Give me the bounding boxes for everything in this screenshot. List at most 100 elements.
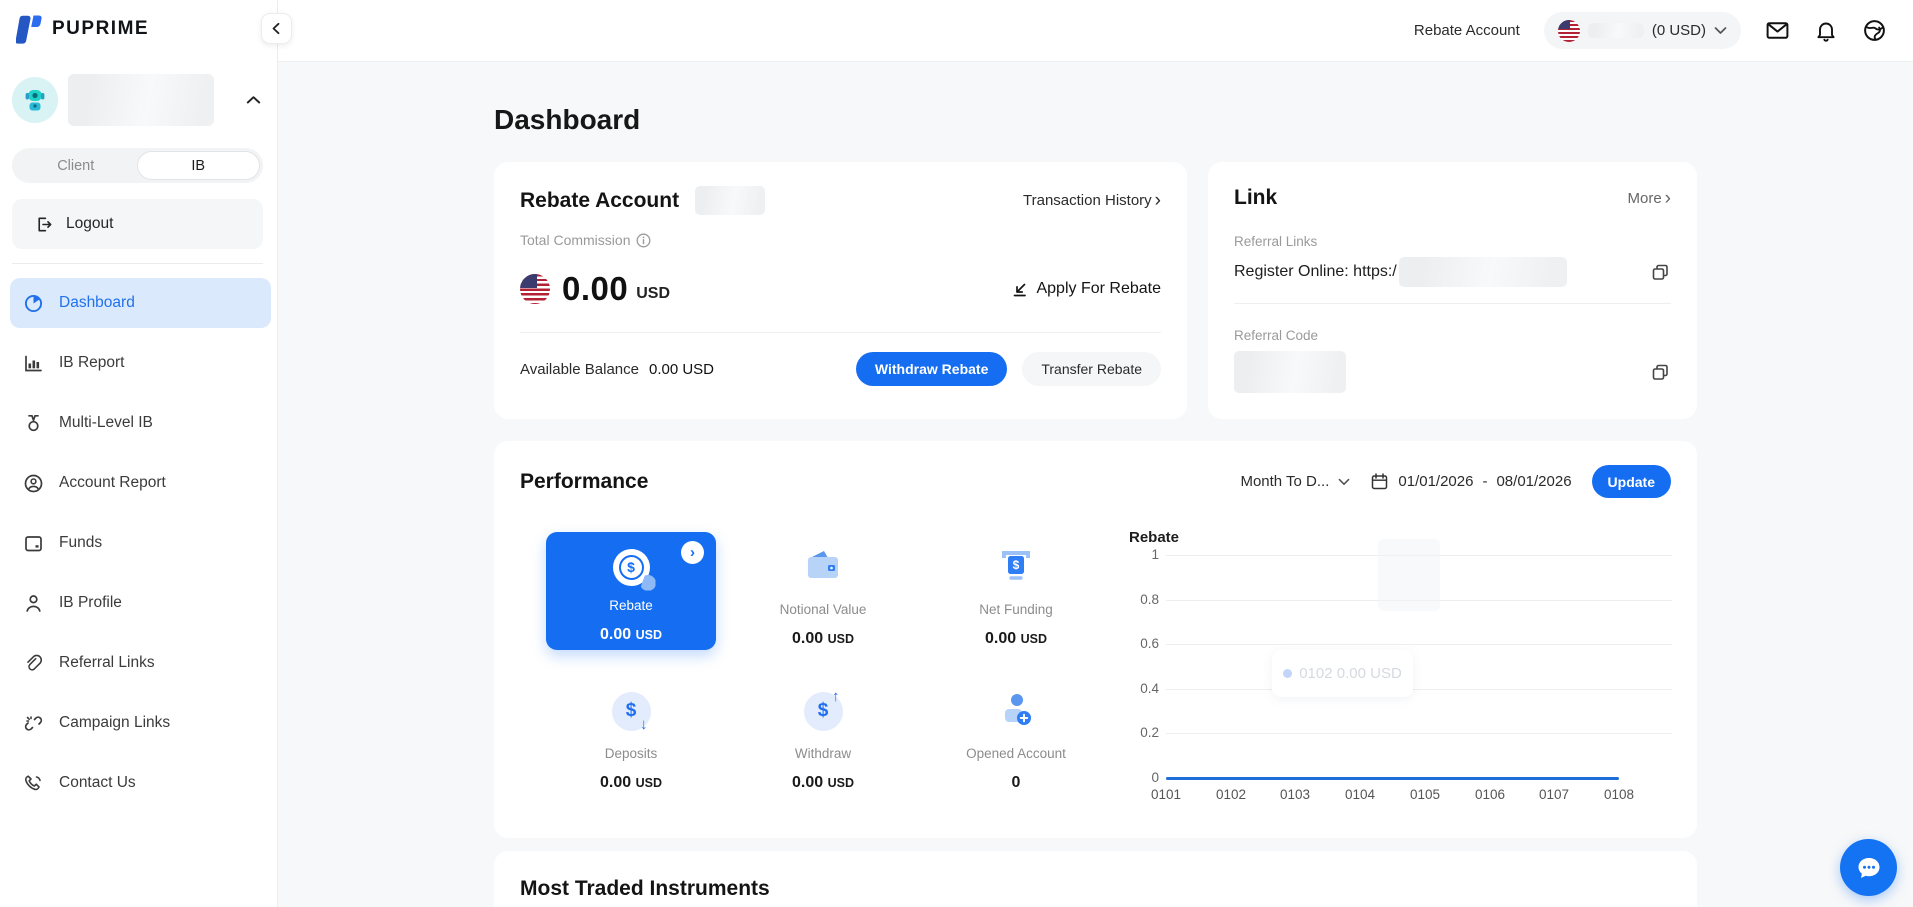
transfer-rebate-button[interactable]: Transfer Rebate (1022, 352, 1161, 386)
tile-unit: USD (1021, 632, 1047, 646)
brand-name: PUPRIME (52, 18, 149, 40)
withdraw-rebate-button[interactable]: Withdraw Rebate (856, 352, 1007, 386)
sidebar-item-label: IB Profile (59, 594, 122, 612)
puprime-logo-icon (16, 14, 43, 44)
more-link[interactable]: More › (1627, 189, 1671, 208)
x-axis-tick: 0102 (1216, 787, 1246, 802)
pie-chart-icon (22, 293, 44, 314)
top-bar: Rebate Account (0 USD) (278, 0, 1913, 62)
brand-logo: PUPRIME (0, 0, 277, 44)
us-flag-icon (1558, 20, 1580, 42)
gridline (1166, 689, 1672, 690)
phone-icon (22, 773, 44, 794)
y-axis-tick: 0.2 (1129, 725, 1159, 740)
copy-icon[interactable] (1650, 362, 1671, 383)
x-axis-tick: 0106 (1475, 787, 1505, 802)
tooltip-value: 0.00 USD (1337, 665, 1402, 682)
info-icon[interactable] (636, 233, 651, 248)
sidebar-item-referral-links[interactable]: Referral Links (10, 638, 271, 688)
dollar-down-icon: $↓ (612, 692, 651, 731)
x-axis-tick: 0107 (1539, 787, 1569, 802)
divider (520, 332, 1161, 333)
tile-unit: USD (828, 776, 854, 790)
tile-label: Rebate (546, 598, 716, 613)
tile-notional-value: Notional Value 0.00 USD (738, 545, 908, 648)
chat-bubble-icon (1855, 855, 1883, 881)
tile-value: 0.00 (600, 626, 631, 643)
tile-value: 0.00 (600, 774, 631, 791)
avatar (12, 77, 58, 123)
sidebar-item-dashboard[interactable]: Dashboard (10, 278, 271, 328)
wallet-icon (22, 533, 44, 554)
sidebar-item-multi-level-ib[interactable]: Multi-Level IB (10, 398, 271, 448)
account-selector[interactable]: (0 USD) (1544, 12, 1741, 49)
tile-value: 0 (1012, 774, 1021, 791)
more-label: More (1627, 190, 1661, 207)
sidebar-item-ib-report[interactable]: IB Report (10, 338, 271, 388)
date-range-picker[interactable]: 01/01/2026 - 08/01/2026 (1370, 472, 1571, 491)
x-axis-tick: 0104 (1345, 787, 1375, 802)
date-separator: - (1482, 473, 1487, 490)
rebate-account-card: Rebate Account Transaction History › Tot… (494, 162, 1187, 419)
sidebar-item-label: Funds (59, 534, 102, 552)
chat-button[interactable] (1840, 839, 1897, 896)
y-axis-tick: 0 (1129, 770, 1159, 785)
date-range-select[interactable]: Month To D... (1240, 473, 1350, 490)
performance-card: Performance Month To D... 01/01/2026 - (494, 441, 1697, 838)
transaction-history-link[interactable]: Transaction History › (1023, 191, 1161, 210)
tile-withdraw: $↑ Withdraw 0.00 USD (738, 689, 908, 792)
atm-icon: $ (997, 547, 1035, 587)
sidebar-item-funds[interactable]: Funds (10, 518, 271, 568)
tab-client[interactable]: Client (15, 151, 137, 180)
chevron-right-icon: › (1665, 189, 1671, 208)
x-axis-tick: 0105 (1410, 787, 1440, 802)
sidebar-item-campaign-links[interactable]: Campaign Links (10, 698, 271, 748)
sidebar-item-account-report[interactable]: Account Report (10, 458, 271, 508)
transaction-history-label: Transaction History (1023, 192, 1152, 209)
y-axis-tick: 0.8 (1129, 592, 1159, 607)
apply-for-rebate-link[interactable]: Apply For Rebate (1011, 280, 1161, 298)
sidebar-item-label: Dashboard (59, 294, 135, 312)
chevron-up-icon[interactable] (246, 95, 261, 105)
tile-opened-account: Opened Account 0 (931, 689, 1101, 792)
bell-icon[interactable] (1814, 19, 1838, 43)
mail-icon[interactable] (1765, 18, 1790, 43)
redacted-account-number (1588, 23, 1644, 38)
tile-unit: USD (636, 776, 662, 790)
x-axis-tick: 0103 (1280, 787, 1310, 802)
dollar-coin-icon: $ (613, 549, 650, 586)
copy-icon[interactable] (1650, 262, 1671, 283)
chevron-down-icon (1714, 26, 1727, 35)
broken-link-icon (22, 713, 44, 734)
total-commission-currency: USD (636, 285, 670, 303)
user-plus-icon (995, 691, 1037, 731)
y-axis-tick: 0.4 (1129, 681, 1159, 696)
user-circle-icon (22, 473, 44, 494)
rebate-chart-xaxis: 01010102010301040105010601070108 (1166, 787, 1672, 805)
performance-title: Performance (520, 470, 648, 494)
update-button[interactable]: Update (1592, 465, 1671, 498)
logout-button[interactable]: Logout (12, 199, 263, 249)
tile-rebate[interactable]: › $ Rebate 0.00 USD (546, 532, 716, 650)
referral-code-label: Referral Code (1234, 328, 1671, 343)
sidebar-item-contact-us[interactable]: Contact Us (10, 758, 271, 808)
hover-highlight-band (1378, 539, 1440, 611)
sidebar-item-label: Contact Us (59, 774, 136, 792)
sidebar-item-ib-profile[interactable]: IB Profile (10, 578, 271, 628)
sidebar-collapse-button[interactable] (261, 13, 292, 44)
performance-tiles: › $ Rebate 0.00 USD Notional Value 0.00 … (520, 532, 1120, 798)
globe-icon[interactable] (1862, 18, 1887, 43)
profile-row[interactable] (0, 44, 277, 126)
tab-ib[interactable]: IB (137, 151, 261, 180)
rebate-chart-plot[interactable]: 0102 0.00 USD (1166, 555, 1672, 781)
rebate-chart-yaxis: 00.20.40.60.81 (1129, 555, 1159, 781)
tile-unit: USD (636, 628, 662, 642)
rebate-account-label: Rebate Account (1414, 22, 1520, 39)
sidebar-menu: Dashboard IB Report Multi-Level IB Accou… (0, 264, 277, 808)
series-dot-icon (1283, 669, 1292, 678)
referral-link-text: Register Online: https:/ (1234, 263, 1397, 281)
wallet-blue-icon (802, 548, 844, 586)
range-select-value: Month To D... (1240, 473, 1329, 490)
most-traded-title: Most Traded Instruments (520, 877, 770, 900)
most-traded-card: Most Traded Instruments (494, 851, 1697, 907)
